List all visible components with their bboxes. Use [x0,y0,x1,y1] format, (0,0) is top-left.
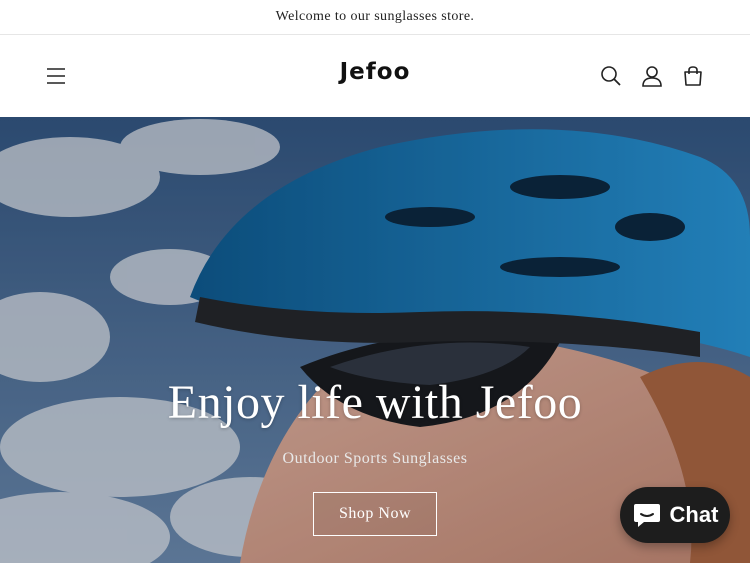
chat-label: Chat [669,502,719,527]
user-icon[interactable] [637,61,667,91]
announcement-bar: Welcome to our sunglasses store. [0,0,750,35]
site-header: Jefoo [0,35,750,117]
chat-bubble-icon [633,504,660,527]
hero-title: Enjoy life with Jefoo [167,376,583,429]
cart-bag-icon[interactable] [678,61,708,91]
announcement-text: Welcome to our sunglasses store. [275,9,475,24]
hero-subtitle: Outdoor Sports Sunglasses [282,450,468,467]
shop-now-button[interactable]: Shop Now [313,492,437,536]
search-icon[interactable] [596,61,626,91]
chat-widget-button[interactable]: Chat [620,487,730,543]
